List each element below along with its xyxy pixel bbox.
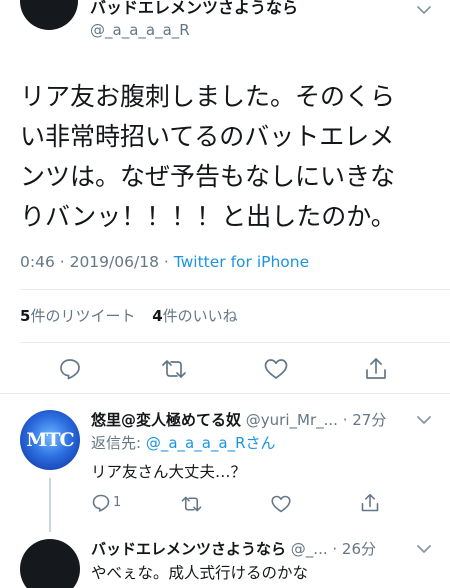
- reply-display-name[interactable]: バッドエレメンツさようなら: [91, 540, 286, 558]
- author-avatar[interactable]: [20, 0, 78, 30]
- reply-header: バッドエレメンツさようなら @_... · 26分: [91, 539, 376, 559]
- reply-thread-line: [49, 478, 51, 532]
- reply-avatar[interactable]: MTC: [20, 410, 80, 470]
- like-label: 件のいいね: [162, 307, 238, 325]
- retweet-icon[interactable]: [160, 357, 188, 381]
- author-display-name[interactable]: バッドエレメンツさようなら: [90, 0, 298, 18]
- divider: [20, 342, 450, 343]
- reply-to-prefix: 返信先:: [91, 434, 146, 452]
- reply-avatar[interactable]: [20, 539, 80, 588]
- reply-to-link[interactable]: @_a_a_a_a_Rさん: [146, 434, 276, 452]
- reply-icon[interactable]: [58, 357, 82, 381]
- share-icon[interactable]: [364, 356, 388, 382]
- tweet-timestamp[interactable]: 0:46 · 2019/06/18 ·: [20, 253, 174, 271]
- chevron-down-icon[interactable]: [416, 414, 432, 426]
- like-icon[interactable]: [270, 494, 292, 514]
- tweet-text-line: リア友お腹刺しました。そのくら: [20, 82, 396, 111]
- like-icon[interactable]: [263, 357, 289, 381]
- avatar-logo-text: MTC: [26, 429, 74, 451]
- reply-header: 悠里@変人極めてる奴 @yuri_Mr_... · 27分: [91, 410, 386, 430]
- reply-handle[interactable]: @_...: [291, 540, 328, 558]
- reply-text: やべぇな。成人式行けるのかな: [91, 564, 309, 582]
- reply-time[interactable]: · 26分: [332, 540, 376, 558]
- like-count: 4: [152, 307, 163, 325]
- tweet-meta: 0:46 · 2019/06/18 · Twitter for iPhone: [20, 252, 309, 272]
- like-stat[interactable]: 4件のいいね: [152, 307, 237, 325]
- tweet-text-line: い非常時招いてるのバットエレメ: [20, 122, 395, 151]
- tweet-text-line: ンツは。なぜ予告もなしにいきな: [20, 162, 396, 191]
- retweet-label: 件のリツイート: [30, 307, 136, 325]
- reply-to-line: 返信先: @_a_a_a_a_Rさん: [91, 433, 276, 453]
- tweet-text-line: りバンッ！！！！と出したのか。: [20, 202, 396, 231]
- divider: [0, 393, 450, 394]
- tweet-stats: 5件のリツイート 4件のいいね: [20, 306, 238, 326]
- reply-count: 1: [113, 495, 122, 510]
- reply-time[interactable]: · 27分: [343, 411, 387, 429]
- chevron-down-icon[interactable]: [416, 4, 432, 16]
- reply-icon[interactable]: [91, 493, 111, 513]
- tweet-text: リア友お腹刺しました。そのくら い非常時招いてるのバットエレメ ンツは。なぜ予告…: [20, 77, 440, 237]
- tweet-source-link[interactable]: Twitter for iPhone: [174, 253, 309, 271]
- author-handle[interactable]: @_a_a_a_a_R: [90, 20, 190, 40]
- retweet-stat[interactable]: 5件のリツイート: [20, 307, 135, 325]
- retweet-count: 5: [20, 307, 31, 325]
- reply-handle[interactable]: @yuri_Mr_...: [246, 411, 338, 429]
- chevron-down-icon[interactable]: [416, 543, 432, 555]
- divider: [20, 289, 450, 290]
- reply-text: リア友さん大丈夫…？: [91, 463, 247, 481]
- reply-display-name[interactable]: 悠里@変人極めてる奴: [91, 411, 241, 429]
- retweet-icon[interactable]: [180, 494, 203, 514]
- share-icon[interactable]: [360, 492, 380, 514]
